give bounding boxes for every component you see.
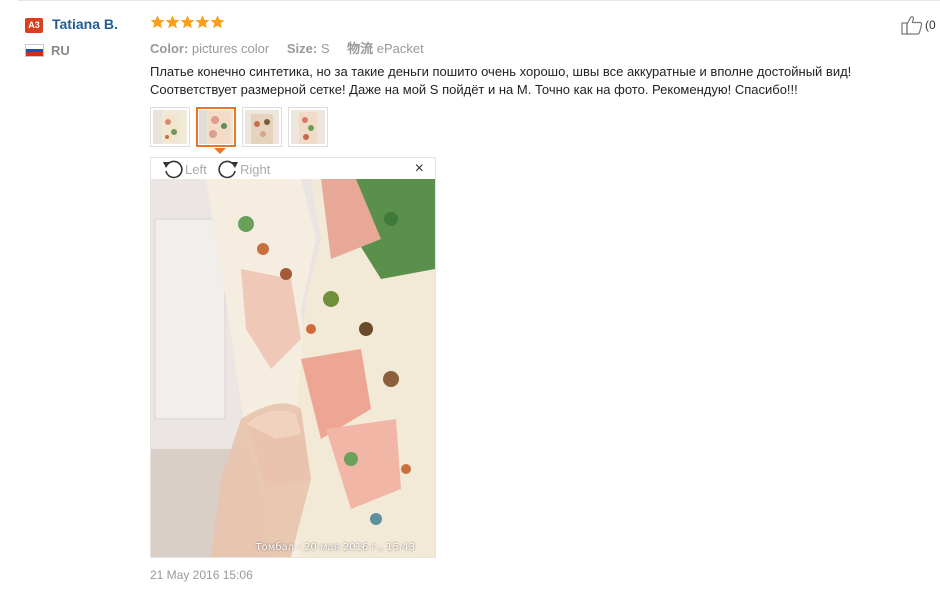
attr-color-label: Color: bbox=[150, 41, 189, 56]
rotate-right-label: Right bbox=[240, 161, 271, 177]
order-attributes: Color: pictures color Size: S 物流 ePacket bbox=[150, 38, 438, 57]
star-icon bbox=[165, 15, 180, 29]
thumbnail-photo-1[interactable] bbox=[150, 107, 190, 147]
rotate-left-button[interactable]: Left bbox=[162, 159, 207, 179]
helpful-button[interactable]: (0 bbox=[901, 15, 936, 35]
thumbnail-photo-3[interactable] bbox=[242, 107, 282, 147]
review-photo-thumbnails bbox=[150, 107, 328, 147]
rotate-right-button[interactable]: Right bbox=[217, 159, 270, 179]
thumbs-up-icon bbox=[901, 16, 923, 35]
star-icon bbox=[150, 15, 165, 29]
review-date: 21 May 2016 15:06 bbox=[150, 568, 253, 582]
thumbnail-image bbox=[153, 110, 187, 144]
thumbnail-image bbox=[245, 110, 279, 144]
thumbnail-photo-4[interactable] bbox=[288, 107, 328, 147]
star-rating bbox=[150, 14, 225, 30]
photo-viewer: Left Right × Томбал - 20 мая 2016 г., 15… bbox=[150, 157, 436, 558]
star-icon bbox=[210, 15, 225, 29]
attr-color-value: pictures color bbox=[191, 41, 270, 56]
close-viewer-button[interactable]: × bbox=[415, 160, 424, 178]
attr-shipping-label: 物流 bbox=[347, 41, 374, 56]
rotate-left-icon bbox=[163, 160, 183, 179]
russia-flag-icon bbox=[25, 44, 44, 57]
rotate-left-label: Left bbox=[185, 161, 207, 177]
star-icon bbox=[195, 15, 210, 29]
reviewer-name-link[interactable]: Tatiana B. bbox=[52, 16, 118, 32]
photo-caption: Томбал - 20 мая 2016 г., 15:43 bbox=[255, 542, 415, 553]
top-divider bbox=[18, 0, 940, 1]
attr-shipping-value: ePacket bbox=[376, 41, 424, 56]
user-level-badge: A3 bbox=[25, 18, 43, 33]
reviewer-country: RU bbox=[51, 43, 70, 58]
review-photo: Томбал - 20 мая 2016 г., 15:43 bbox=[151, 179, 435, 557]
attr-size-label: Size: bbox=[286, 41, 318, 56]
photo-viewer-toolbar: Left Right × bbox=[151, 158, 435, 179]
active-thumbnail-pointer bbox=[214, 148, 226, 154]
review-text: Платье конечно синтетика, но за такие де… bbox=[150, 64, 852, 97]
attr-size-value: S bbox=[320, 41, 330, 56]
helpful-count: (0 bbox=[925, 18, 936, 32]
thumbnail-image bbox=[291, 110, 325, 144]
rotate-right-icon bbox=[218, 160, 238, 179]
thumbnail-image bbox=[199, 110, 233, 144]
review-photo-image bbox=[151, 179, 435, 557]
star-icon bbox=[180, 15, 195, 29]
thumbnail-photo-2[interactable] bbox=[196, 107, 236, 147]
